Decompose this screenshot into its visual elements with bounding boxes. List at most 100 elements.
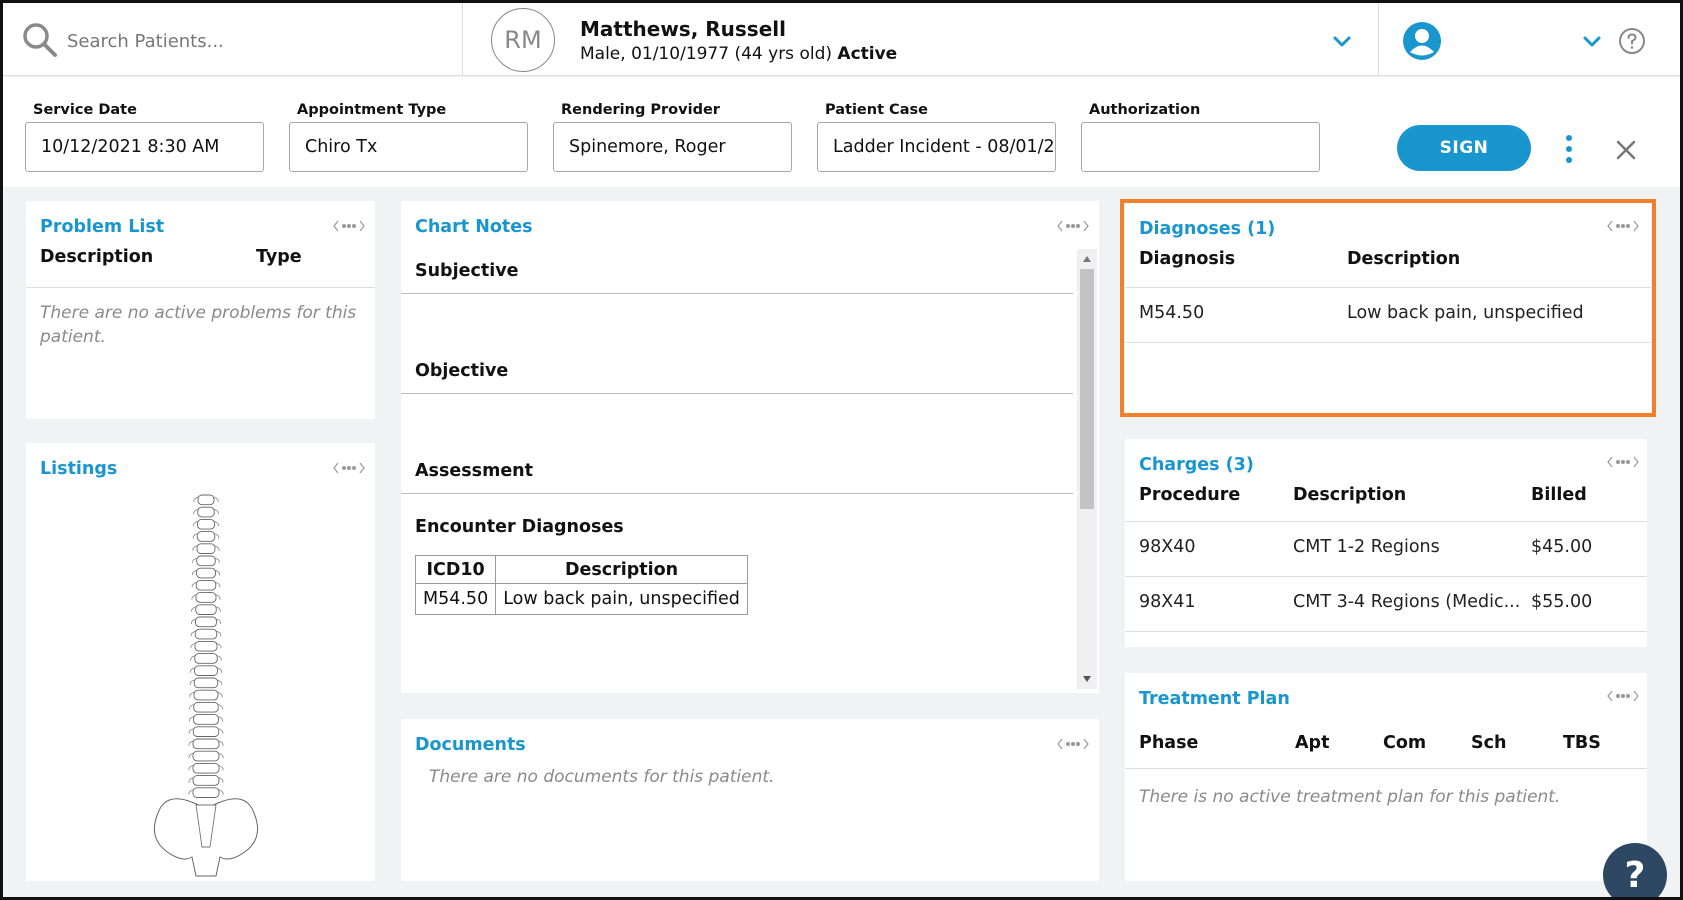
vertebra[interactable]	[192, 787, 220, 798]
column-header[interactable]: Sch	[1471, 733, 1506, 753]
column-header[interactable]: Description	[1293, 485, 1406, 505]
vertebra-process	[215, 557, 220, 564]
subjective-heading[interactable]: Subjective	[415, 261, 518, 281]
vertebra[interactable]	[193, 714, 219, 725]
vertebra[interactable]	[195, 592, 217, 603]
charge-procedure[interactable]: 98X41	[1139, 592, 1196, 612]
column-header[interactable]: Billed	[1531, 485, 1587, 505]
treatment-plan-panel: Treatment Plan Phase Apt Com Sch TBS The…	[1125, 673, 1647, 881]
vertebra[interactable]	[195, 604, 217, 615]
panel-menu-icon[interactable]	[333, 461, 365, 475]
vertebra[interactable]	[194, 665, 218, 676]
spine-diagram[interactable]	[146, 491, 266, 879]
appointment-type-input[interactable]: Chiro Tx	[289, 122, 528, 172]
rendering-provider-input[interactable]: Spinemore, Roger	[553, 122, 792, 172]
vertebra-process	[217, 655, 222, 661]
user-icon[interactable]	[1402, 21, 1442, 61]
vertebra[interactable]	[194, 628, 218, 640]
charge-billed[interactable]: $55.00	[1531, 592, 1592, 612]
table-row[interactable]: M54.50 Low back pain, unspecified	[414, 583, 748, 615]
diagnoses-highlight	[1120, 199, 1656, 417]
panel-menu-icon[interactable]	[1607, 689, 1639, 703]
vertebra[interactable]	[192, 775, 220, 786]
search-icon[interactable]	[21, 21, 59, 59]
encounter-fields: Service Date 10/12/2021 8:30 AM Appointm…	[3, 77, 1680, 187]
vertebra-process	[188, 716, 194, 722]
objective-heading[interactable]: Objective	[415, 361, 508, 381]
vertebra[interactable]	[192, 738, 220, 750]
vertebra[interactable]	[197, 494, 215, 506]
charge-billed[interactable]: $45.00	[1531, 537, 1592, 557]
vertebra[interactable]	[195, 616, 217, 628]
treatment-plan-title[interactable]: Treatment Plan	[1139, 689, 1290, 709]
charge-description[interactable]: CMT 3-4 Regions (Medic...	[1293, 592, 1520, 612]
sign-button[interactable]: SIGN	[1397, 125, 1531, 171]
column-header[interactable]: Type	[256, 247, 302, 267]
column-header[interactable]: TBS	[1563, 733, 1601, 753]
chevron-down-icon[interactable]	[1580, 29, 1604, 53]
column-header[interactable]: Apt	[1295, 733, 1329, 753]
column-header[interactable]: Com	[1383, 733, 1426, 753]
vertebra[interactable]	[192, 762, 220, 774]
icd10-code: M54.50	[414, 583, 497, 615]
sort-down-icon[interactable]	[1082, 675, 1092, 683]
column-header[interactable]: Phase	[1139, 733, 1198, 753]
vertebra[interactable]	[192, 726, 220, 737]
assessment-heading[interactable]: Assessment	[415, 461, 533, 481]
appointment-type-field: Appointment Type Chiro Tx	[289, 102, 528, 172]
vertebra-process	[188, 728, 194, 734]
panel-menu-icon[interactable]	[333, 219, 365, 233]
vertebra[interactable]	[193, 677, 219, 689]
column-header[interactable]: Description	[40, 247, 153, 267]
vertebra[interactable]	[194, 653, 218, 664]
vertebra-process	[218, 777, 224, 783]
vertebra[interactable]	[195, 579, 217, 591]
vertebra-process	[188, 777, 194, 783]
vertebra[interactable]	[192, 750, 220, 762]
encounter-diagnoses-table: ICD10 Description M54.50 Low back pain, …	[414, 555, 748, 615]
more-vertical-icon[interactable]	[1557, 133, 1581, 165]
vertebra[interactable]	[196, 531, 216, 542]
vertebra-process	[192, 521, 198, 527]
problem-list-title[interactable]: Problem List	[40, 217, 164, 237]
vertebra[interactable]	[196, 543, 216, 554]
chart-notes-title[interactable]: Chart Notes	[415, 217, 533, 237]
help-button[interactable]: ?	[1603, 843, 1667, 897]
vertebra[interactable]	[194, 640, 218, 652]
empty-message: There are no documents for this patient.	[429, 767, 775, 787]
rendering-provider-label: Rendering Provider	[561, 102, 720, 118]
vertebra[interactable]	[193, 689, 219, 701]
panel-menu-icon[interactable]	[1607, 455, 1639, 469]
patient-demographics: Male, 01/10/1977 (44 yrs old)	[580, 44, 832, 64]
vertebra[interactable]	[193, 701, 219, 713]
help-circle-icon[interactable]	[1618, 27, 1646, 55]
scroll-thumb[interactable]	[1080, 269, 1094, 509]
panel-menu-icon[interactable]	[1057, 737, 1089, 751]
service-date-label: Service Date	[33, 102, 137, 118]
patient-header[interactable]: RM Matthews, Russell Male, 01/10/1977 (4…	[464, 3, 1379, 76]
vertebra[interactable]	[197, 506, 215, 518]
vertebra-process	[214, 533, 220, 539]
diagnosis-description: Low back pain, unspecified	[495, 583, 748, 615]
documents-title[interactable]: Documents	[415, 735, 526, 755]
vertebra[interactable]	[196, 567, 216, 579]
scrollbar[interactable]	[1077, 249, 1097, 689]
vertebrae-group	[188, 494, 224, 798]
charges-title[interactable]: Charges (3)	[1139, 455, 1254, 475]
listings-title[interactable]: Listings	[40, 459, 117, 479]
vertebra-process	[188, 789, 194, 795]
patient-case-input[interactable]: Ladder Incident - 08/01/2	[817, 122, 1056, 172]
column-header[interactable]: Procedure	[1139, 485, 1240, 505]
authorization-input[interactable]	[1081, 122, 1320, 172]
chevron-down-icon[interactable]	[1330, 29, 1354, 53]
service-date-input[interactable]: 10/12/2021 8:30 AM	[25, 122, 264, 172]
vertebra-process	[189, 667, 195, 673]
search-input[interactable]	[67, 27, 447, 55]
close-icon[interactable]	[1615, 139, 1637, 161]
panel-menu-icon[interactable]	[1057, 219, 1089, 233]
sort-up-icon[interactable]	[1082, 255, 1092, 263]
charge-description[interactable]: CMT 1-2 Regions	[1293, 537, 1440, 557]
vertebra[interactable]	[196, 555, 216, 567]
charge-procedure[interactable]: 98X40	[1139, 537, 1196, 557]
vertebra[interactable]	[197, 518, 215, 530]
